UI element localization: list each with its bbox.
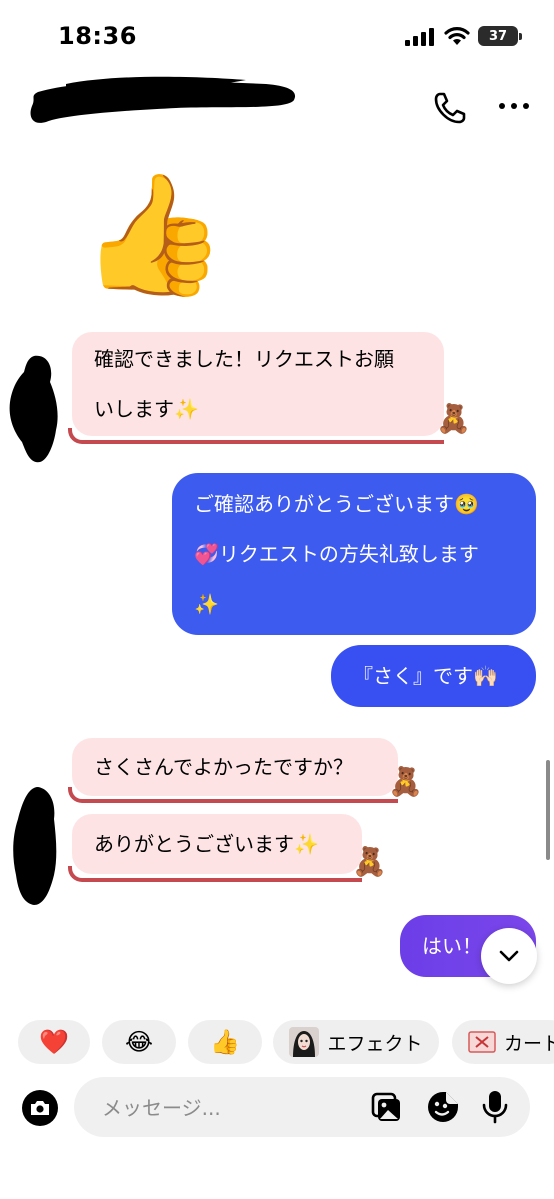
- redacted-avatar: [9, 355, 58, 463]
- received-message[interactable]: 確認できました！リクエストお願 いします✨: [72, 332, 444, 436]
- effect-chip[interactable]: エフェクト: [273, 1020, 439, 1064]
- redacted-avatar: [13, 787, 57, 905]
- big-thumbs-up-emoji[interactable]: 👍: [80, 175, 227, 293]
- received-message[interactable]: ありがとうございます✨: [72, 814, 362, 874]
- card-chip[interactable]: カート: [452, 1020, 554, 1064]
- message-text: はい！: [422, 934, 482, 958]
- message-text: 『さく』です🙌🏻: [353, 664, 498, 688]
- message-text: 確認できました！リクエストお願: [94, 347, 394, 371]
- thumbs-up-icon: 👍: [210, 1028, 240, 1056]
- laughing-emoji-icon: 😂: [124, 1028, 154, 1056]
- message-text: ありがとうございます✨: [94, 832, 319, 856]
- gallery-icon[interactable]: [370, 1091, 402, 1123]
- scroll-down-button[interactable]: [481, 928, 537, 984]
- message-text: ご確認ありがとうございます🥹: [194, 492, 479, 516]
- message-text: ✨: [194, 592, 219, 616]
- received-message[interactable]: さくさんでよかったですか？: [72, 738, 398, 796]
- battery-indicator: 37: [478, 26, 522, 46]
- effect-avatar-icon: [289, 1027, 320, 1057]
- card-label: カート: [504, 1032, 554, 1055]
- message-composer[interactable]: [74, 1077, 530, 1139]
- bear-reaction-icon: 🧸: [436, 402, 471, 435]
- scrollbar[interactable]: [546, 760, 550, 860]
- heart-icon: ❤️: [39, 1028, 69, 1056]
- wifi-icon: [444, 27, 470, 45]
- bear-reaction-icon: 🧸: [388, 765, 423, 798]
- reaction-chip-laugh[interactable]: 😂: [102, 1020, 176, 1064]
- sent-message[interactable]: ご確認ありがとうございます🥹 💞リクエストの方失礼致します ✨: [172, 473, 536, 635]
- sticker-icon[interactable]: [426, 1090, 460, 1124]
- message-input[interactable]: [100, 1077, 364, 1139]
- message-text: さくさんでよかったですか？: [94, 755, 353, 779]
- message-text: いします✨: [94, 397, 199, 421]
- signal-icon: [405, 28, 434, 46]
- battery-level: 37: [488, 28, 508, 44]
- redacted-contact-name[interactable]: [26, 70, 301, 130]
- reaction-chip-thumb[interactable]: 👍: [188, 1020, 262, 1064]
- camera-button[interactable]: [22, 1090, 58, 1126]
- gift-card-icon: [468, 1031, 496, 1053]
- chevron-down-icon: [499, 950, 519, 962]
- phone-icon[interactable]: [432, 90, 468, 126]
- bear-reaction-icon: 🧸: [352, 845, 387, 878]
- sent-message[interactable]: 『さく』です🙌🏻: [331, 645, 536, 707]
- message-text: 💞リクエストの方失礼致します: [194, 542, 479, 566]
- effect-label: エフェクト: [327, 1032, 423, 1055]
- microphone-icon[interactable]: [482, 1090, 508, 1124]
- more-icon[interactable]: [496, 100, 532, 112]
- status-time: 18:36: [58, 22, 137, 50]
- camera-icon: [31, 1101, 49, 1115]
- reaction-chip-heart[interactable]: ❤️: [18, 1020, 90, 1064]
